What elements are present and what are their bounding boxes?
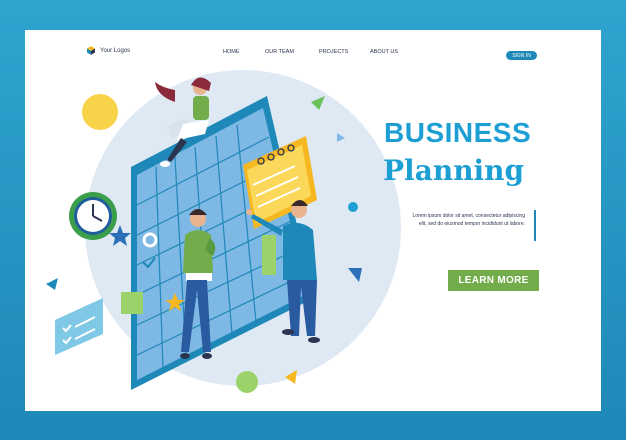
learn-more-button[interactable]: LEARN MORE bbox=[448, 270, 539, 291]
hero-title-line1: BUSINESS bbox=[384, 117, 532, 148]
hero-title-line2: Planning bbox=[383, 154, 525, 187]
landing-card: Your Logos HOME OUR TEAM PROJECTS ABOUT … bbox=[25, 30, 601, 411]
calendar-cell-green-2 bbox=[121, 292, 143, 314]
calendar-cell-green bbox=[262, 235, 276, 275]
hero-description: Lorem ipsum dolor sit amet, consectetur … bbox=[412, 213, 525, 227]
green-circle bbox=[236, 371, 258, 393]
checklist-card bbox=[55, 298, 103, 355]
blue-triangle-small bbox=[46, 278, 58, 290]
description-accent-bar bbox=[534, 210, 536, 241]
blue-dot bbox=[348, 202, 358, 212]
yellow-circle bbox=[82, 94, 118, 130]
